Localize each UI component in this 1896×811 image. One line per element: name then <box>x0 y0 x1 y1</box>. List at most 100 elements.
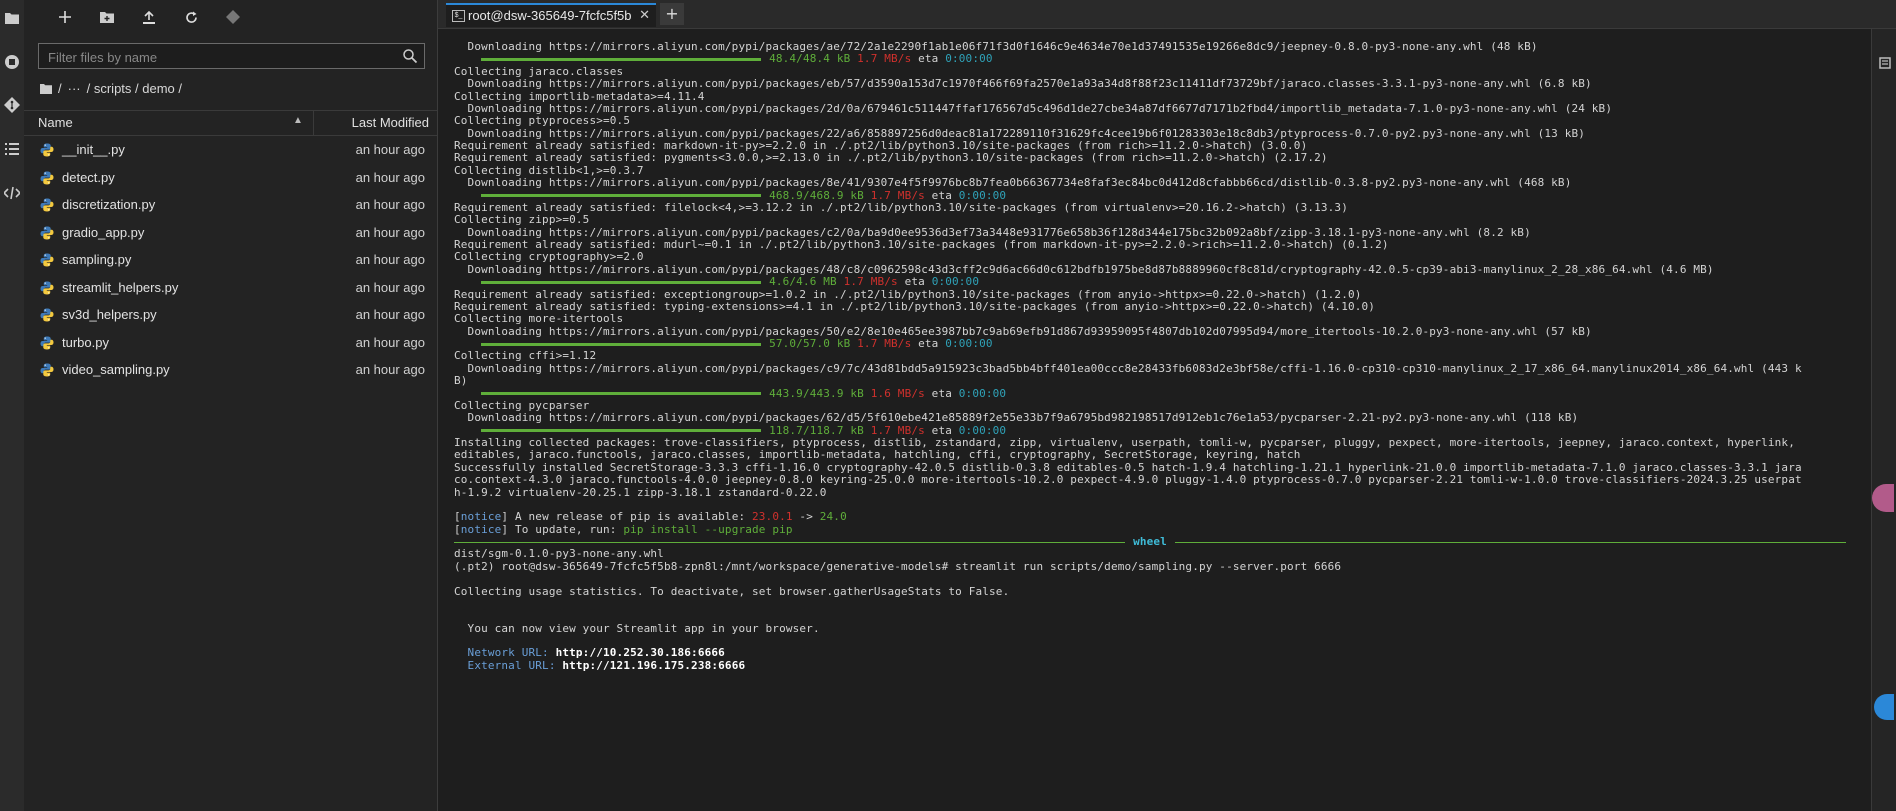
file-modified: an hour ago <box>355 307 425 322</box>
refresh-icon[interactable] <box>170 2 212 32</box>
terminal-text: Installing collected packages: trove-cla… <box>454 436 1795 449</box>
home-folder-icon[interactable] <box>40 83 52 94</box>
python-file-icon <box>40 253 54 267</box>
terminal[interactable]: Downloading https://mirrors.aliyun.com/p… <box>438 29 1872 811</box>
upload-icon[interactable] <box>128 2 170 32</box>
terminal-output: Downloading https://mirrors.aliyun.com/p… <box>454 40 1846 672</box>
terminal-text: 1.7 MB/s <box>843 275 898 289</box>
terminal-text: Collecting zipp>=0.5 <box>454 213 590 227</box>
terminal-text: You can now view your Streamlit app in y… <box>454 621 820 635</box>
terminal-text: Collecting pycparser <box>454 398 590 412</box>
terminal-line: Downloading https://mirrors.aliyun.com/p… <box>454 362 1846 375</box>
terminal-text: 1.7 MB/s <box>857 52 912 66</box>
python-file-icon <box>40 308 54 322</box>
git-clone-icon[interactable] <box>212 2 254 32</box>
file-list-header: Name ▲ Last Modified <box>24 110 437 136</box>
terminal-line: Downloading https://mirrors.aliyun.com/p… <box>454 40 1846 53</box>
terminal-text: Requirement already satisfied: pygments<… <box>454 151 1328 165</box>
file-name: detect.py <box>62 169 115 185</box>
breadcrumb-path[interactable]: / scripts / demo / <box>87 81 182 96</box>
file-row[interactable]: streamlit_helpers.py an hour ago <box>24 275 437 303</box>
network-url-link[interactable]: http://10.252.30.186:6666 <box>556 646 725 659</box>
progress-bar <box>481 342 762 346</box>
file-list: __init__.py an hour ago detect.py an hour a… <box>24 137 437 385</box>
terminal-text: 0:00:00 <box>945 337 993 350</box>
terminal-text: Collecting jaraco.classes <box>454 64 624 78</box>
terminal-text: 0:00:00 <box>958 423 1007 437</box>
terminal-text: (.pt2) root@dsw-365649-7fcfc5f5b8-zpn8l:… <box>454 559 1342 573</box>
activity-rail <box>0 0 25 811</box>
terminal-text: 468.9/468.9 kB <box>769 188 864 202</box>
help-handle[interactable] <box>1874 694 1894 720</box>
terminal-line: 48.4/48.4 kB 1.7 MB/s eta 0:00:00 <box>454 53 1846 65</box>
terminal-line: Downloading https://mirrors.aliyun.com/p… <box>454 263 1846 276</box>
progress-bar <box>481 280 762 284</box>
terminal-text: 4.6/4.6 MB <box>769 275 837 289</box>
rule-line <box>1174 541 1846 543</box>
running-icon[interactable] <box>0 49 24 75</box>
terminal-text: eta <box>931 386 952 400</box>
sort-ascending-icon[interactable]: ▲ <box>293 115 303 126</box>
add-tab-button[interactable]: + <box>660 3 684 25</box>
breadcrumb-ellipsis[interactable]: ··· <box>68 81 81 96</box>
external-url-link[interactable]: http://121.196.175.238:6666 <box>562 659 745 672</box>
file-row[interactable]: gradio_app.py an hour ago <box>24 220 437 248</box>
terminal-text: Downloading https://mirrors.aliyun.com/p… <box>454 77 1592 91</box>
filter-input[interactable] <box>39 44 400 70</box>
assistant-handle[interactable] <box>1872 484 1894 512</box>
python-file-icon <box>40 171 54 184</box>
terminal-text: Collecting cryptography>=2.0 <box>454 250 644 264</box>
progress-bar <box>481 57 762 61</box>
terminal-text: notice <box>460 510 502 524</box>
file-modified: an hour ago <box>355 362 425 377</box>
table-of-contents-icon[interactable] <box>0 136 24 162</box>
progress-bar <box>481 194 762 197</box>
terminal-text: Downloading https://mirrors.aliyun.com/p… <box>454 225 1531 239</box>
terminal-text: 23.0.1 <box>752 510 793 524</box>
terminal-text: notice <box>460 522 502 536</box>
tab-terminal-label: root@dsw-365649-7fcfc5f5b <box>468 8 632 23</box>
file-row[interactable]: video_sampling.py an hour ago <box>24 357 437 385</box>
git-icon[interactable] <box>0 92 24 118</box>
file-row[interactable]: __init__.py an hour ago <box>24 137 437 165</box>
python-file-icon <box>40 226 54 239</box>
new-folder-icon[interactable] <box>86 2 128 32</box>
file-row[interactable]: detect.py an hour ago <box>24 165 437 193</box>
breadcrumb-root[interactable]: / <box>58 81 62 96</box>
terminal-text: Successfully installed SecretStorage-3.3… <box>454 460 1802 474</box>
terminal-text: Collecting cffi>=1.12 <box>454 349 597 363</box>
file-row[interactable]: sampling.py an hour ago <box>24 247 437 275</box>
folder-icon[interactable] <box>0 5 24 31</box>
terminal-text: 24.0 <box>819 510 847 524</box>
file-toolbar <box>24 0 437 34</box>
terminal-text: eta <box>931 423 952 437</box>
terminal-text: Downloading https://mirrors.aliyun.com/p… <box>454 176 1572 190</box>
column-last-modified[interactable]: Last Modified <box>352 115 429 130</box>
python-file-icon <box>40 143 54 157</box>
file-name: video_sampling.py <box>62 362 170 377</box>
file-row[interactable]: turbo.py an hour ago <box>24 330 437 358</box>
terminal-text: 1.7 MB/s <box>870 423 925 437</box>
terminal-text: wheel <box>1133 535 1167 548</box>
property-inspector-icon[interactable] <box>1878 56 1892 70</box>
close-icon[interactable]: ✕ <box>639 7 650 23</box>
terminal-line: Downloading https://mirrors.aliyun.com/p… <box>454 325 1846 338</box>
terminal-line: (.pt2) root@dsw-365649-7fcfc5f5b8-zpn8l:… <box>454 559 1846 573</box>
search-icon[interactable] <box>402 48 418 64</box>
column-name[interactable]: Name <box>38 115 73 130</box>
file-row[interactable]: sv3d_helpers.py an hour ago <box>24 302 437 330</box>
tab-terminal[interactable]: $_ root@dsw-365649-7fcfc5f5b ✕ <box>446 3 656 27</box>
terminal-text: h-1.9.2 virtualenv-20.25.1 zipp-3.18.1 z… <box>454 485 827 499</box>
terminal-text: editables, jaraco.functools, jaraco.clas… <box>454 448 1301 462</box>
file-name: sampling.py <box>62 252 132 267</box>
terminal-line: External URL: http://121.196.175.238:666… <box>454 659 1846 672</box>
terminal-line: Requirement already satisfied: filelock<… <box>454 201 1846 214</box>
terminal-line: Requirement already satisfied: typing-ex… <box>454 300 1846 313</box>
new-launcher-icon[interactable] <box>44 2 86 32</box>
file-row[interactable]: discretization.py an hour ago <box>24 192 437 220</box>
terminal-line: B) <box>454 374 1846 387</box>
terminal-line: 57.0/57.0 kB 1.7 MB/s eta 0:00:00 <box>454 337 1846 350</box>
code-icon[interactable] <box>0 180 24 206</box>
terminal-text: Collecting usage statistics. To deactiva… <box>454 584 1010 598</box>
terminal-text: 0:00:00 <box>931 275 980 289</box>
